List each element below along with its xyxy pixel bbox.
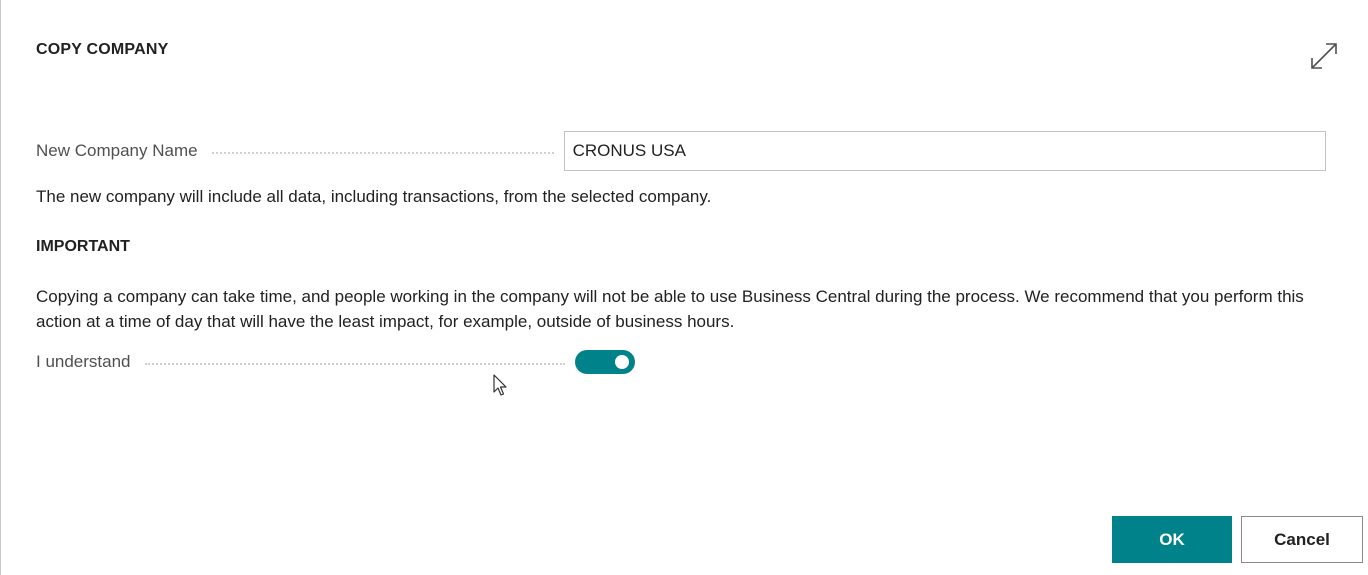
- new-company-name-row: New Company Name: [36, 131, 1326, 171]
- important-heading: IMPORTANT: [36, 238, 130, 255]
- ok-button[interactable]: OK: [1112, 516, 1232, 563]
- understand-toggle[interactable]: [574, 350, 635, 374]
- cancel-button[interactable]: Cancel: [1241, 516, 1363, 563]
- leader-dots: [144, 363, 565, 365]
- toggle-knob: [614, 355, 629, 369]
- warning-text: Copying a company can take time, and peo…: [36, 287, 1304, 331]
- expand-diagonal-icon[interactable]: [1308, 40, 1340, 72]
- understand-row: I understand: [36, 350, 635, 374]
- mouse-pointer-icon: [493, 374, 509, 398]
- new-company-name-input[interactable]: [563, 131, 1326, 171]
- copy-company-dialog: COPY COMPANY New Company Name The new co…: [0, 0, 1368, 575]
- leader-dots: [211, 152, 554, 154]
- understand-label: I understand: [36, 352, 131, 371]
- info-text: The new company will include all data, i…: [36, 187, 712, 206]
- new-company-name-label: New Company Name: [36, 141, 198, 160]
- dialog-title: COPY COMPANY: [36, 41, 169, 58]
